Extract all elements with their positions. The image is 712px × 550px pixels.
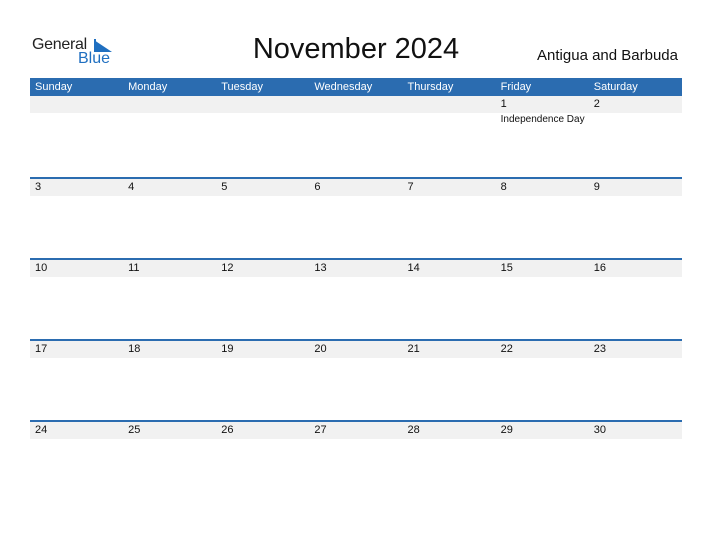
day-number: 2 — [588, 96, 682, 113]
day-number: 10 — [30, 260, 124, 277]
day-cell: 17 — [30, 341, 124, 420]
country-name: Antigua and Barbuda — [537, 47, 678, 64]
day-number: 7 — [402, 179, 496, 196]
day-number: 26 — [216, 422, 310, 439]
week-row: 1 Independence Day 2 — [30, 96, 682, 177]
day-number: 20 — [309, 341, 403, 358]
day-number: 11 — [123, 260, 217, 277]
weeks-container: 1 Independence Day 2 3 4 5 6 7 8 9 10 11 12 13 14 15 16 1… — [30, 96, 682, 501]
week-days: 10 11 12 13 14 15 16 — [30, 260, 682, 339]
day-cell: 21 — [402, 341, 496, 420]
day-cell: 6 — [309, 179, 403, 258]
day-number: 17 — [30, 341, 124, 358]
day-number: 30 — [588, 422, 682, 439]
day-number: 19 — [216, 341, 310, 358]
day-cell: 5 — [216, 179, 310, 258]
day-cell: 1 Independence Day — [495, 96, 589, 177]
day-cell: 22 — [495, 341, 589, 420]
day-cell: 23 — [588, 341, 682, 420]
day-number: 21 — [402, 341, 496, 358]
day-cell: 14 — [402, 260, 496, 339]
week-days: 17 18 19 20 21 22 23 — [30, 341, 682, 420]
day-number: 22 — [495, 341, 589, 358]
day-cell — [30, 96, 124, 177]
day-number: 29 — [495, 422, 589, 439]
weekday-tuesday: Tuesday — [221, 81, 264, 93]
week-days: 24 25 26 27 28 29 30 — [30, 422, 682, 501]
weekday-sunday: Sunday — [35, 81, 73, 93]
week-days: 3456789 — [30, 179, 682, 258]
week-row: 24 25 26 27 28 29 30 — [30, 420, 682, 501]
day-cell: 16 — [588, 260, 682, 339]
day-number — [123, 96, 217, 113]
day-cell: 18 — [123, 341, 217, 420]
day-number: 5 — [216, 179, 310, 196]
day-number: 25 — [123, 422, 217, 439]
day-cell: 3 — [30, 179, 124, 258]
week-row: 10 11 12 13 14 15 16 — [30, 258, 682, 339]
day-cell: 13 — [309, 260, 403, 339]
day-cell: 4 — [123, 179, 217, 258]
day-cell: 12 — [216, 260, 310, 339]
day-cell: 10 — [30, 260, 124, 339]
day-cell: 20 — [309, 341, 403, 420]
day-cell — [123, 96, 217, 177]
day-number — [216, 96, 310, 113]
day-cell: 26 — [216, 422, 310, 501]
weekday-monday: Monday — [128, 81, 168, 93]
day-number: 6 — [309, 179, 403, 196]
week-row: 3456789 — [30, 177, 682, 258]
day-cell: 19 — [216, 341, 310, 420]
day-number: 9 — [588, 179, 682, 196]
day-cell: 2 — [588, 96, 682, 177]
day-number: 12 — [216, 260, 310, 277]
day-number: 4 — [123, 179, 217, 196]
day-number: 23 — [588, 341, 682, 358]
day-cell: 9 — [588, 179, 682, 258]
day-number: 27 — [309, 422, 403, 439]
weekday-saturday: Saturday — [593, 81, 638, 93]
day-number: 28 — [402, 422, 496, 439]
weekday-friday: Friday — [500, 81, 532, 93]
weekday-header: Sunday Monday Tuesday Wednesday Thursday… — [30, 78, 682, 96]
day-cell: 24 — [30, 422, 124, 501]
day-number: 13 — [309, 260, 403, 277]
day-number — [309, 96, 403, 113]
day-number: 18 — [123, 341, 217, 358]
day-cell: 7 — [402, 179, 496, 258]
day-number: 8 — [495, 179, 589, 196]
day-cell — [216, 96, 310, 177]
day-cell: 30 — [588, 422, 682, 501]
day-cell: 8 — [495, 179, 589, 258]
day-cell: 28 — [402, 422, 496, 501]
day-cell: 29 — [495, 422, 589, 501]
day-number: 15 — [495, 260, 589, 277]
day-number: 16 — [588, 260, 682, 277]
week-row: 17 18 19 20 21 22 23 — [30, 339, 682, 420]
weekday-thursday: Thursday — [407, 81, 454, 93]
day-cell: 27 — [309, 422, 403, 501]
calendar-grid: Sunday Monday Tuesday Wednesday Thursday… — [30, 78, 682, 501]
day-number — [30, 96, 124, 113]
day-number: 3 — [30, 179, 124, 196]
day-cell — [402, 96, 496, 177]
day-cell: 11 — [123, 260, 217, 339]
day-number — [402, 96, 496, 113]
day-cell — [309, 96, 403, 177]
day-cell: 15 — [495, 260, 589, 339]
day-number: 24 — [30, 422, 124, 439]
day-number: 1 — [495, 96, 589, 113]
day-number: 14 — [402, 260, 496, 277]
day-cell: 25 — [123, 422, 217, 501]
weekday-wednesday: Wednesday — [314, 81, 373, 93]
week-days: 1 Independence Day 2 — [30, 96, 682, 177]
holiday-label: Independence Day — [500, 114, 585, 125]
